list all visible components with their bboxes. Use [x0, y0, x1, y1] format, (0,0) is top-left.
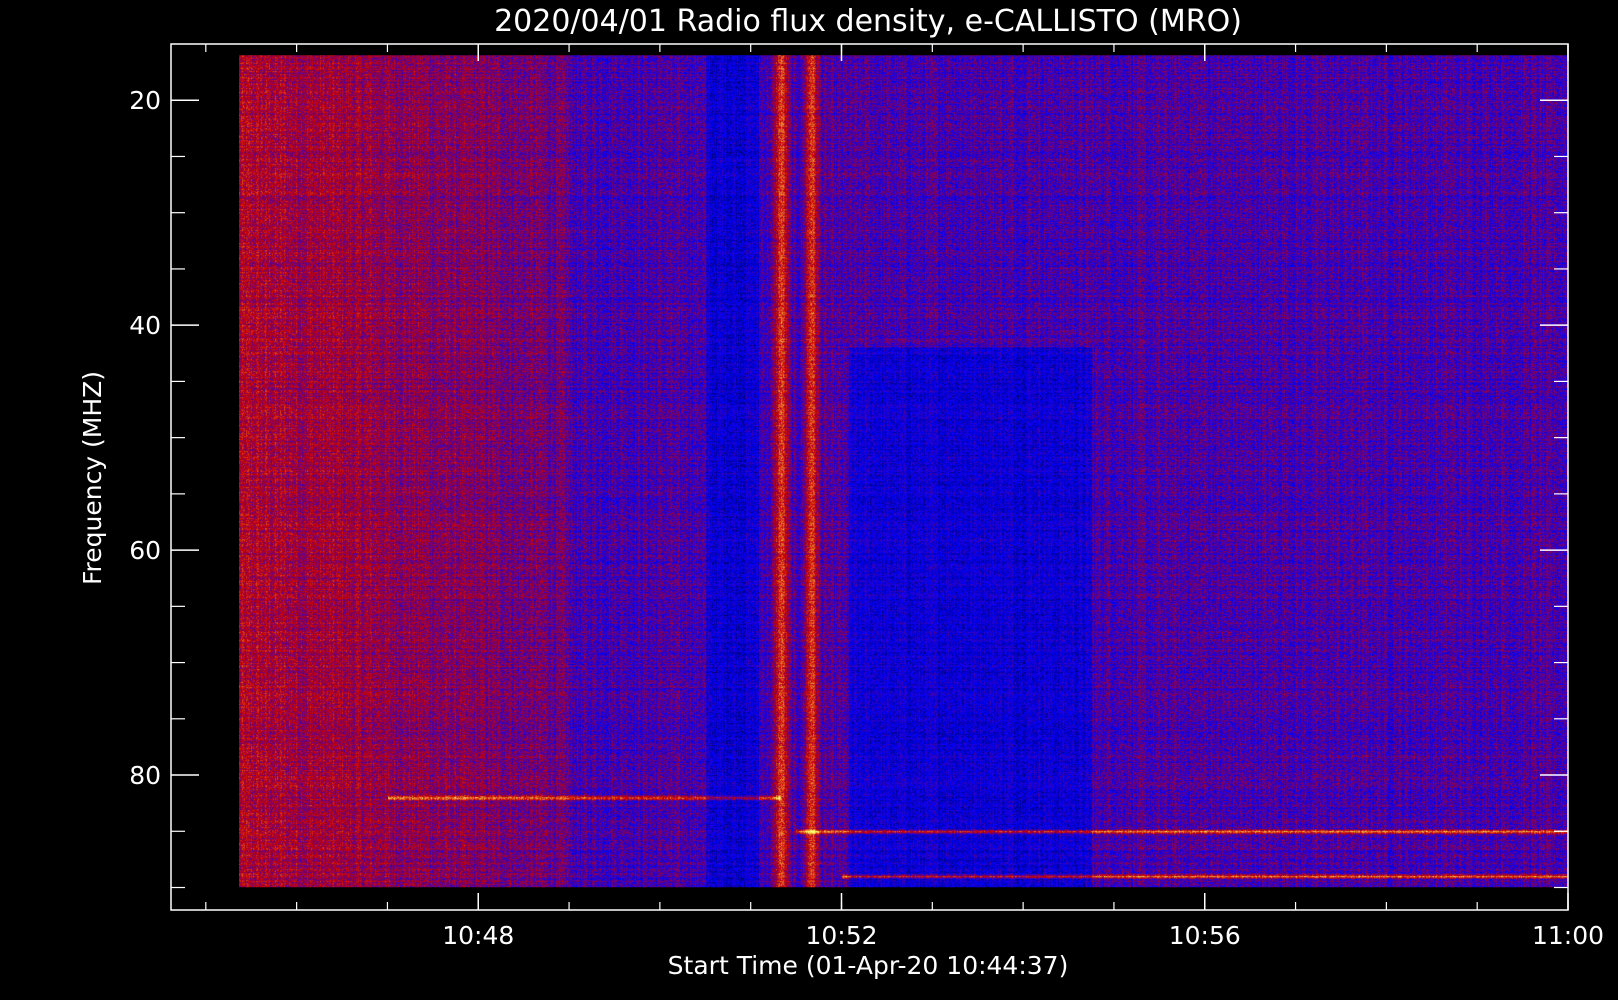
- x-tick-label: 11:00: [1532, 921, 1604, 950]
- chart-title: 2020/04/01 Radio flux density, e-CALLIST…: [494, 4, 1242, 39]
- x-tick-label: 10:56: [1169, 921, 1241, 950]
- spectrogram-chart: 2020/04/01 Radio flux density, e-CALLIST…: [0, 0, 1618, 1000]
- x-tick-label: 10:52: [805, 921, 877, 950]
- y-tick-label: 60: [129, 536, 161, 565]
- y-tick-label: 20: [129, 86, 161, 115]
- x-tick-label: 10:48: [442, 921, 514, 950]
- y-tick-label: 80: [129, 761, 161, 790]
- spectrogram-raster: [239, 55, 1569, 888]
- y-axis-label: Frequency (MHZ): [78, 371, 107, 585]
- spectrogram-image: [239, 55, 1569, 888]
- y-tick-label: 40: [129, 311, 161, 340]
- x-axis-label: Start Time (01-Apr-20 10:44:37): [668, 951, 1069, 980]
